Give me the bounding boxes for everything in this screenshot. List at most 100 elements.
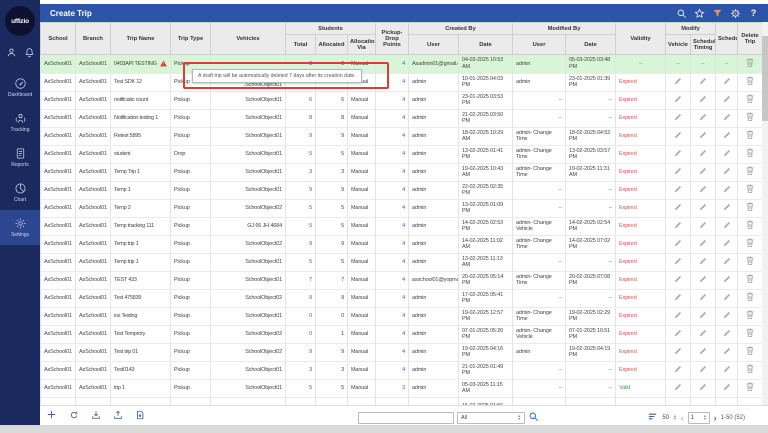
modify-schedule-timing-button[interactable] xyxy=(691,379,716,397)
delete-trip-button[interactable] xyxy=(738,199,763,217)
cell-pickup-drop-points[interactable]: 4 xyxy=(376,91,409,109)
cell-students-total[interactable]: 3 xyxy=(286,361,316,379)
cell-students-total[interactable]: 5 xyxy=(286,217,316,235)
col-school[interactable]: School xyxy=(41,23,76,55)
cell-pickup-drop-points[interactable]: 4 xyxy=(376,271,409,289)
import-icon[interactable] xyxy=(113,410,123,420)
cell-pickup-drop-points[interactable]: 4 xyxy=(376,307,409,325)
modify-schedule-button[interactable] xyxy=(716,163,738,181)
modify-vehicle-button[interactable] xyxy=(666,199,691,217)
modify-schedule-timing-button[interactable] xyxy=(691,163,716,181)
cell-students-total[interactable]: 9 xyxy=(286,181,316,199)
col-modified-date[interactable]: Date xyxy=(566,35,616,55)
delete-trip-button[interactable] xyxy=(738,307,763,325)
modify-schedule-button[interactable] xyxy=(716,217,738,235)
modify-schedule-button[interactable] xyxy=(716,109,738,127)
cell-students-total[interactable]: 5 xyxy=(286,199,316,217)
add-trip-button[interactable] xyxy=(46,409,57,420)
col-branch[interactable]: Branch xyxy=(76,23,111,55)
col-pickup-drop-points[interactable]: Pickup-Drop Points xyxy=(376,23,409,55)
col-trip-name[interactable]: Trip Name xyxy=(111,23,171,55)
delete-trip-button[interactable] xyxy=(738,217,763,235)
cell-pickup-drop-points[interactable]: 4 xyxy=(376,109,409,127)
cell-pickup-drop-points[interactable]: 4 xyxy=(376,343,409,361)
scrollbar-thumb[interactable] xyxy=(762,36,768,121)
delete-trip-button[interactable] xyxy=(738,325,763,343)
download-sample-icon[interactable] xyxy=(135,410,145,420)
cell-students-total[interactable]: 5 xyxy=(286,379,316,397)
cell-pickup-drop-points[interactable]: 4 xyxy=(376,253,409,271)
table-search-input[interactable] xyxy=(358,412,454,424)
modify-vehicle-button[interactable] xyxy=(666,181,691,199)
cell-pickup-drop-points[interactable]: 4 xyxy=(376,217,409,235)
modify-schedule-button[interactable] xyxy=(716,325,738,343)
modify-vehicle-button[interactable] xyxy=(666,109,691,127)
cell-students-total[interactable]: 9 xyxy=(286,235,316,253)
modify-schedule-button[interactable] xyxy=(716,289,738,307)
modify-vehicle-button[interactable] xyxy=(666,271,691,289)
delete-trip-button[interactable] xyxy=(738,289,763,307)
delete-trip-button[interactable] xyxy=(738,145,763,163)
modify-schedule-timing-button[interactable] xyxy=(691,289,716,307)
modify-schedule-button[interactable] xyxy=(716,343,738,361)
modify-schedule-timing-button[interactable] xyxy=(691,181,716,199)
vertical-scrollbar[interactable] xyxy=(762,22,768,405)
sidebar-item-dashboard[interactable]: Dashboard xyxy=(0,70,40,105)
modify-vehicle-button[interactable] xyxy=(666,217,691,235)
delete-trip-button[interactable] xyxy=(738,181,763,199)
cell-pickup-drop-points[interactable]: 4 xyxy=(376,145,409,163)
modify-schedule-timing-button[interactable] xyxy=(691,199,716,217)
modify-schedule-button[interactable] xyxy=(716,307,738,325)
col-trip-type[interactable]: Trip Type xyxy=(171,23,211,55)
cell-students-total[interactable]: 9 xyxy=(286,127,316,145)
cell-students-total[interactable]: 9 xyxy=(286,289,316,307)
modify-schedule-button[interactable] xyxy=(716,271,738,289)
delete-trip-button[interactable] xyxy=(738,361,763,379)
prev-page-button[interactable]: ‹ xyxy=(681,412,684,424)
cell-pickup-drop-points[interactable]: 4 xyxy=(376,181,409,199)
modify-schedule-button[interactable] xyxy=(716,379,738,397)
modify-schedule-button[interactable] xyxy=(716,145,738,163)
cell-students-total[interactable]: 8 xyxy=(286,109,316,127)
col-modified-user[interactable]: User xyxy=(513,35,566,55)
modify-schedule-timing-button[interactable] xyxy=(691,253,716,271)
modify-schedule-timing-button[interactable] xyxy=(691,307,716,325)
modify-schedule-timing-button[interactable] xyxy=(691,361,716,379)
col-schedule-timing[interactable]: Schedule Timing xyxy=(691,35,716,55)
sidebar-item-reports[interactable]: Reports xyxy=(0,140,40,175)
next-page-button[interactable]: › xyxy=(714,412,717,424)
modify-schedule-timing-button[interactable] xyxy=(691,271,716,289)
col-modify-vehicle[interactable]: Vehicle xyxy=(666,35,691,55)
sidebar-item-tracking[interactable]: Tracking xyxy=(0,105,40,140)
notifications-bell-icon[interactable] xyxy=(24,47,35,58)
gear-icon[interactable] xyxy=(730,8,741,19)
user-icon[interactable] xyxy=(6,47,17,58)
modify-schedule-button[interactable] xyxy=(716,127,738,145)
cell-pickup-drop-points[interactable]: 4 xyxy=(376,199,409,217)
col-schedule[interactable]: Schedule xyxy=(716,23,738,55)
modify-schedule-timing-button[interactable] xyxy=(691,343,716,361)
search-icon[interactable] xyxy=(676,8,687,19)
delete-trip-button[interactable] xyxy=(738,109,763,127)
page-number-input[interactable]: 1 ▲▼ xyxy=(688,412,710,424)
delete-trip-button[interactable] xyxy=(738,91,763,109)
export-icon[interactable] xyxy=(91,410,101,420)
cell-pickup-drop-points[interactable]: 4 xyxy=(376,325,409,343)
refresh-button[interactable] xyxy=(69,410,79,420)
modify-schedule-button[interactable] xyxy=(716,199,738,217)
cell-pickup-drop-points[interactable]: 3 xyxy=(376,379,409,397)
modify-vehicle-button[interactable] xyxy=(666,325,691,343)
col-allocated[interactable]: Allocated xyxy=(316,35,348,55)
search-column-select[interactable]: All ▲▼ xyxy=(457,412,525,424)
modify-vehicle-button[interactable] xyxy=(666,307,691,325)
modify-vehicle-button[interactable] xyxy=(666,91,691,109)
modify-schedule-button[interactable] xyxy=(716,181,738,199)
modify-schedule-button[interactable] xyxy=(716,361,738,379)
modify-vehicle-button[interactable] xyxy=(666,235,691,253)
modify-schedule-button[interactable] xyxy=(716,253,738,271)
modify-vehicle-button[interactable] xyxy=(666,253,691,271)
modify-schedule-timing-button[interactable] xyxy=(691,145,716,163)
modify-vehicle-button[interactable] xyxy=(666,343,691,361)
modify-vehicle-button[interactable] xyxy=(666,145,691,163)
modify-vehicle-button[interactable] xyxy=(666,379,691,397)
